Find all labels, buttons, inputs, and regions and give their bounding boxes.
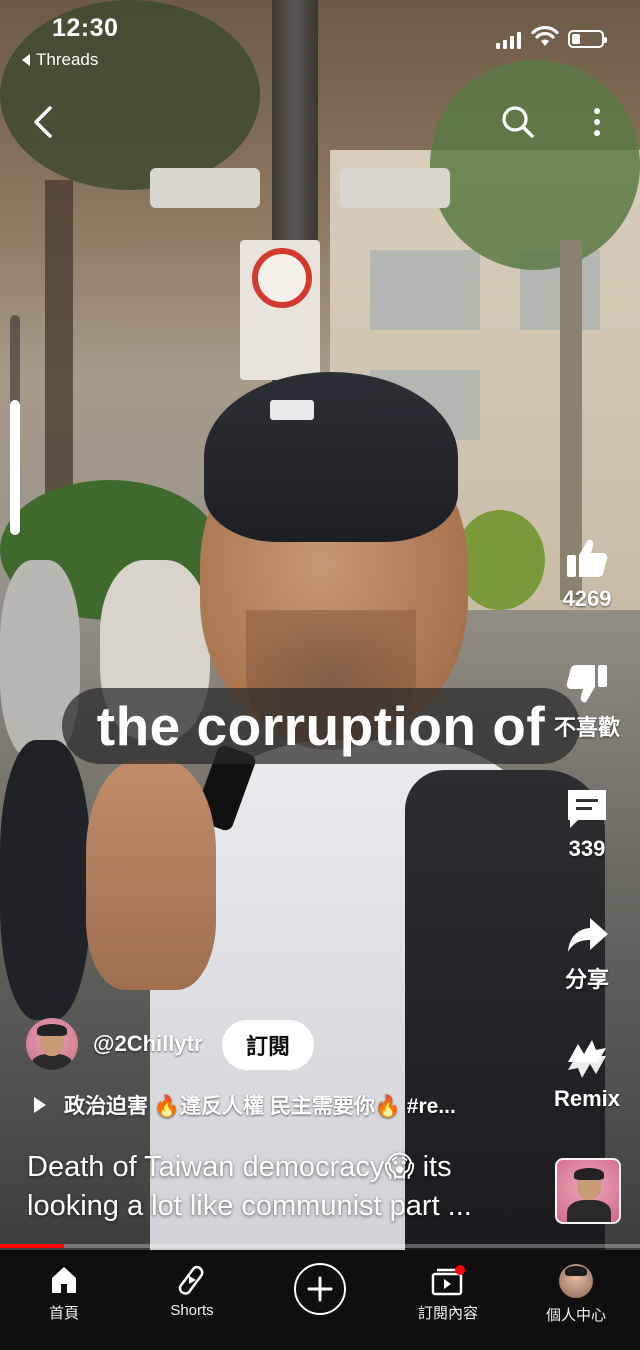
status-time: 12:30 (52, 14, 119, 42)
title-line-1: Death of Taiwan democracy😱 its (27, 1151, 452, 1183)
back-button[interactable] (22, 100, 66, 144)
more-options-button[interactable] (575, 100, 619, 144)
channel-avatar[interactable] (26, 1018, 78, 1070)
profile-avatar-icon (559, 1264, 593, 1298)
home-icon (52, 1267, 76, 1293)
more-vertical-icon (594, 108, 600, 136)
background-tree (45, 180, 73, 510)
channel-name[interactable]: @2Chillytr (93, 1031, 202, 1057)
dislike-button[interactable]: 不喜歡 (537, 660, 637, 742)
comment-icon (568, 790, 606, 828)
comments-button[interactable]: 339 (537, 786, 637, 862)
remix-icon (568, 1040, 606, 1078)
remix-label: Remix (553, 1086, 621, 1111)
title-line-2: looking a lot like communist part ... (27, 1190, 472, 1222)
sound-thumbnail[interactable] (555, 1158, 621, 1224)
dislike-label: 不喜歡 (553, 715, 620, 740)
back-triangle-icon (22, 54, 30, 66)
wifi-icon (531, 25, 559, 53)
like-button[interactable]: 4269 (537, 536, 637, 612)
nav-home[interactable]: 首頁 (0, 1250, 128, 1350)
shorts-player-screen: 12:30 Threads the corruption of 4269 不喜歡… (0, 0, 640, 1350)
nav-shorts[interactable]: Shorts (128, 1250, 256, 1350)
create-plus-icon (294, 1263, 346, 1315)
thumbs-down-icon (566, 665, 607, 703)
music-text: 政治迫害 🔥違反人權 民主需要你🔥 #re... (64, 1095, 456, 1118)
video-progress-bar[interactable] (0, 1244, 640, 1248)
nav-profile[interactable]: 個人中心 (512, 1250, 640, 1350)
back-app-label: Threads (36, 50, 99, 69)
comment-count: 339 (568, 836, 606, 861)
signal-icon (496, 31, 521, 49)
like-count: 4269 (562, 586, 612, 611)
nav-subscriptions[interactable]: 訂閱內容 (384, 1250, 512, 1350)
person-cap (204, 372, 458, 542)
back-to-app-link[interactable]: Threads (22, 50, 98, 70)
subscriptions-icon (431, 1265, 465, 1296)
music-link[interactable]: 政治迫害 🔥違反人權 民主需要你🔥 #re... (34, 1090, 456, 1120)
remix-button[interactable]: Remix (537, 1036, 637, 1112)
no-parking-sign (240, 240, 320, 380)
nav-create[interactable] (256, 1250, 384, 1350)
notification-dot (455, 1265, 465, 1275)
caption-text: the corruption of (96, 695, 546, 757)
video-caption: the corruption of (62, 688, 580, 764)
share-label: 分享 (564, 967, 609, 992)
search-icon (502, 106, 534, 138)
play-icon (34, 1097, 46, 1113)
shorts-icon (178, 1265, 204, 1295)
share-arrow-icon (568, 918, 608, 952)
nav-shorts-label: Shorts (170, 1302, 214, 1319)
volume-indicator[interactable] (10, 315, 20, 535)
chevron-left-icon (34, 106, 52, 138)
share-button[interactable]: 分享 (537, 912, 637, 994)
thumbs-up-icon (567, 539, 608, 577)
nav-profile-label: 個人中心 (545, 1307, 606, 1324)
nav-subscriptions-label: 訂閱內容 (417, 1305, 478, 1322)
nav-home-label: 首頁 (48, 1305, 79, 1322)
subscribe-button[interactable]: 訂閱 (222, 1020, 314, 1070)
video-title[interactable]: Death of Taiwan democracy😱 its looking a… (27, 1148, 537, 1226)
bottom-navigation: 首頁 Shorts 訂閱內容 個人中心 (0, 1250, 640, 1350)
search-button[interactable] (496, 100, 540, 144)
person-hand (86, 760, 216, 990)
video-progress-fill (0, 1244, 64, 1248)
battery-icon (568, 30, 607, 48)
